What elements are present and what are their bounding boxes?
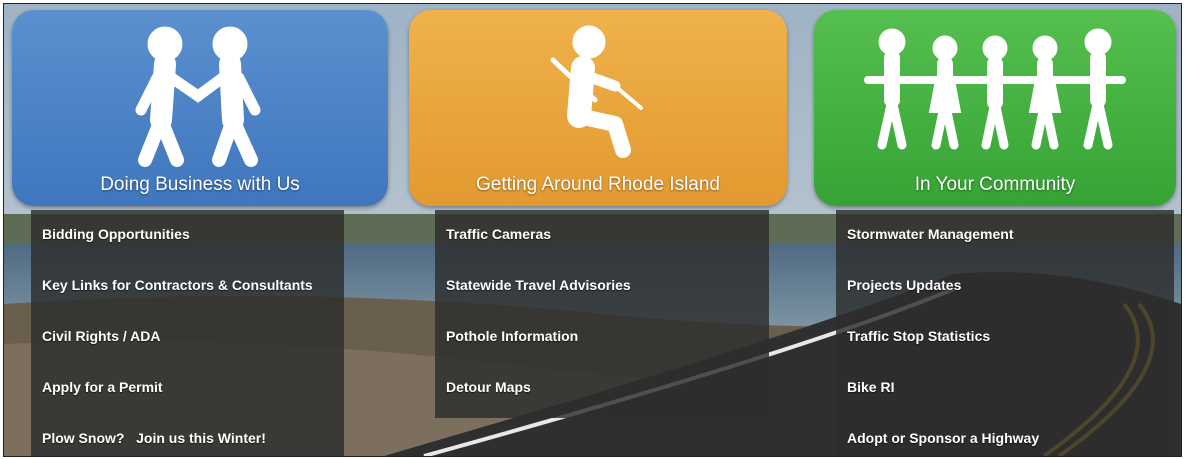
link-stormwater-management[interactable]: Stormwater Management <box>836 210 1174 261</box>
link-detour-maps[interactable]: Detour Maps <box>435 363 769 414</box>
seatbelt-driver-icon <box>550 25 643 158</box>
community-title: In Your Community <box>914 174 1076 195</box>
link-plow-snow[interactable]: Plow Snow? Join us this Winter! <box>31 414 344 456</box>
link-bidding-opportunities[interactable]: Bidding Opportunities <box>31 210 344 261</box>
link-key-links-contractors[interactable]: Key Links for Contractors & Consultants <box>31 261 344 312</box>
link-statewide-travel-advisories[interactable]: Statewide Travel Advisories <box>435 261 769 312</box>
link-bike-ri[interactable]: Bike RI <box>836 363 1174 414</box>
getting-around-links: Traffic Cameras Statewide Travel Advisor… <box>435 210 769 418</box>
community-tile[interactable]: In Your Community <box>814 10 1176 206</box>
doing-business-tile[interactable]: Doing Business with Us <box>12 10 388 206</box>
link-adopt-sponsor-highway[interactable]: Adopt or Sponsor a Highway <box>836 414 1174 456</box>
doing-business-links: Bidding Opportunities Key Links for Cont… <box>31 210 344 456</box>
doing-business-title: Doing Business with Us <box>100 174 300 195</box>
community-people-icon <box>864 28 1126 150</box>
getting-around-tile[interactable]: Getting Around Rhode Island <box>409 10 787 206</box>
hero-banner: Doing Business with Us Bidding Opportuni… <box>3 3 1182 457</box>
link-apply-for-permit[interactable]: Apply for a Permit <box>31 363 344 414</box>
link-traffic-stop-statistics[interactable]: Traffic Stop Statistics <box>836 312 1174 363</box>
link-civil-rights-ada[interactable]: Civil Rights / ADA <box>31 312 344 363</box>
link-traffic-cameras[interactable]: Traffic Cameras <box>435 210 769 261</box>
community-links: Stormwater Management Projects Updates T… <box>836 210 1174 456</box>
two-people-walking-icon <box>135 26 261 167</box>
getting-around-title: Getting Around Rhode Island <box>475 174 720 195</box>
link-pothole-information[interactable]: Pothole Information <box>435 312 769 363</box>
link-projects-updates[interactable]: Projects Updates <box>836 261 1174 312</box>
